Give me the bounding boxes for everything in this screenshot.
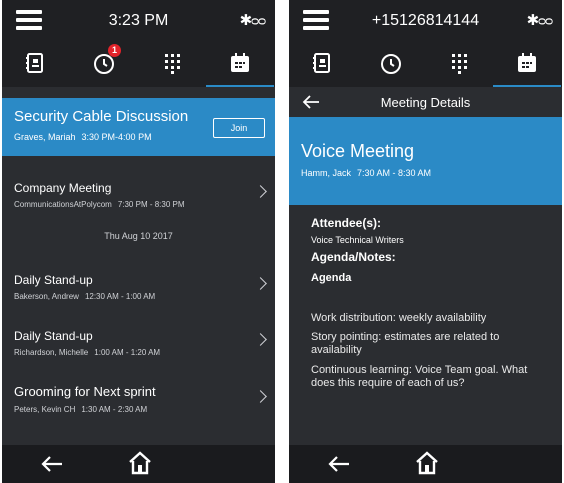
meeting-time: 7:30 AM - 8:30 AM	[357, 168, 432, 178]
agenda-heading: Agenda	[311, 272, 352, 284]
meeting-title: Grooming for Next sprint	[14, 384, 156, 399]
contacts-icon	[26, 53, 43, 73]
date-separator: Thu Aug 10 2017	[104, 231, 173, 241]
meeting-organizer: Richardson, Michelle	[14, 348, 89, 357]
meeting-summary-card: Voice Meeting Hamm, Jack 7:30 AM - 8:30 A…	[289, 117, 562, 205]
details-header: Meeting Details	[289, 87, 562, 117]
page-title: Meeting Details	[380, 95, 471, 110]
meeting-title: Company Meeting	[14, 181, 112, 195]
meeting-time: 1:30 AM - 2:30 AM	[81, 405, 148, 414]
tab-bar: 1	[2, 42, 275, 87]
contacts-icon	[313, 53, 330, 73]
agenda-notes-label: Agenda/Notes:	[311, 250, 396, 264]
active-meeting-card[interactable]: Security Cable Discussion Graves, Mariah…	[2, 98, 275, 156]
voicemail-icon: ᴑᴑ	[538, 13, 553, 28]
chevron-right-icon	[254, 185, 267, 198]
meeting-time: 12:30 AM - 1:00 AM	[84, 292, 156, 301]
home-icon[interactable]	[128, 450, 152, 476]
status-time: 3:23 PM	[108, 12, 169, 29]
meeting-list-item[interactable]: Grooming for Next sprint Peters, Kevin C…	[2, 380, 275, 424]
meeting-time: 7:30 PM - 8:30 PM	[117, 200, 185, 209]
dialpad-icon	[165, 54, 180, 74]
meeting-subtitle: Bakerson, Andrew 12:30 AM - 1:00 AM	[14, 292, 155, 301]
meeting-organizer: CommunicationsAtPolycom	[14, 200, 112, 209]
tab-calendar[interactable]	[206, 42, 274, 87]
calendar-icon	[231, 53, 249, 72]
missed-calls-badge: 1	[108, 44, 121, 57]
voicemail-icon: ᴑᴑ	[251, 13, 266, 28]
active-meeting-organizer: Graves, Mariah	[14, 132, 76, 142]
bluetooth-icon: ✱ᴑᴑ	[526, 12, 553, 29]
bluetooth-icon: ✱ᴑᴑ	[239, 12, 266, 29]
meeting-organizer: Bakerson, Andrew	[14, 292, 79, 301]
meeting-list-item[interactable]: Company Meeting CommunicationsAtPolycom 7…	[2, 175, 275, 219]
calendar-screen: 3:23 PM ✱ᴑᴑ 1 Security Cable Discussion …	[2, 0, 275, 483]
attendees-value: Voice Technical Writers	[311, 235, 404, 245]
meeting-subtitle: Hamm, Jack 7:30 AM - 8:30 AM	[301, 168, 431, 178]
chevron-right-icon	[254, 333, 267, 346]
meeting-list-item[interactable]: Daily Stand-up Richardson, Michelle 1:00 …	[2, 323, 275, 367]
tab-contacts[interactable]	[2, 42, 70, 87]
bottom-nav	[2, 445, 275, 483]
bottom-nav	[289, 445, 562, 483]
meeting-organizer: Hamm, Jack	[301, 168, 352, 178]
meeting-subtitle: CommunicationsAtPolycom 7:30 PM - 8:30 PM	[14, 200, 185, 209]
tab-dialpad[interactable]	[425, 42, 493, 87]
tab-recents[interactable]: 1	[70, 42, 138, 87]
meeting-details-screen: +15126814144 ✱ᴑᴑ Meeting Details Voice M…	[289, 0, 562, 483]
tab-recents[interactable]	[357, 42, 425, 87]
meeting-list-item[interactable]: Daily Stand-up Bakerson, Andrew 12:30 AM …	[2, 267, 275, 311]
back-arrow-icon[interactable]	[327, 453, 351, 475]
meeting-title: Daily Stand-up	[14, 329, 93, 343]
status-bar: 3:23 PM ✱ᴑᴑ	[2, 0, 275, 42]
calendar-icon	[518, 53, 536, 72]
active-meeting-title: Security Cable Discussion	[14, 108, 189, 125]
status-bar: +15126814144 ✱ᴑᴑ	[289, 0, 562, 42]
tab-contacts[interactable]	[289, 42, 357, 87]
attendees-label: Attendee(s):	[311, 216, 382, 230]
meeting-subtitle: Peters, Kevin CH 1:30 AM - 2:30 AM	[14, 405, 147, 414]
meeting-subtitle: Richardson, Michelle 1:00 AM - 1:20 AM	[14, 348, 160, 357]
tab-bar	[289, 42, 562, 87]
dialpad-icon	[452, 54, 467, 74]
back-arrow-icon[interactable]	[40, 453, 64, 475]
tab-dialpad[interactable]	[138, 42, 206, 87]
agenda-note: Work distribution: weekly availability	[311, 312, 487, 324]
chevron-right-icon	[254, 390, 267, 403]
home-icon[interactable]	[415, 450, 439, 476]
phone-number: +15126814144	[371, 12, 480, 29]
chevron-right-icon	[254, 277, 267, 290]
agenda-note: Continuous learning: Voice Team goal. Wh…	[311, 364, 528, 389]
join-button[interactable]: Join	[213, 118, 265, 138]
meeting-organizer: Peters, Kevin CH	[14, 405, 76, 414]
meeting-title: Daily Stand-up	[14, 273, 93, 287]
agenda-note: Story pointing: estimates are related to…	[311, 331, 500, 356]
tab-calendar[interactable]	[493, 42, 561, 87]
meeting-time: 1:00 AM - 1:20 AM	[94, 348, 161, 357]
meeting-title: Voice Meeting	[301, 141, 415, 161]
active-meeting-subtitle: Graves, Mariah 3:30 PM-4:00 PM	[14, 132, 152, 142]
active-meeting-time: 3:30 PM-4:00 PM	[81, 132, 152, 142]
recents-icon	[381, 54, 401, 74]
